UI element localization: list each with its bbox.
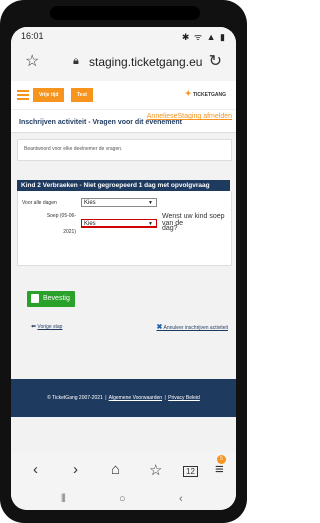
reload-icon[interactable]: ↻ xyxy=(209,51,222,71)
status-time: 16:01 xyxy=(21,31,44,41)
browser-nav-bar: ‹ › ⌂ ☆ 12 ≡ 5 xyxy=(11,452,236,492)
soup-select-value: Kies xyxy=(84,221,96,227)
system-back-icon[interactable]: ‹ xyxy=(179,493,183,505)
terms-link[interactable]: Algemene Voorwaarden xyxy=(109,395,162,401)
cancel-registration-link[interactable]: ✖ Annuleer inschrijven activiteit xyxy=(157,323,228,331)
page-title: Inschrijven activiteit - Vragen voor dit… xyxy=(19,119,182,126)
child-header: Kind 2 Verbraeken - Niet gegroepeerd 1 d… xyxy=(17,180,230,191)
footer-separator: | xyxy=(164,395,166,401)
soup-date-label-line1: Soep (05-06- xyxy=(46,213,76,219)
browser-url-bar: ☆ 🔒︎ staging.ticketgang.eu ↻ xyxy=(11,45,236,81)
bookmark-icon[interactable]: ☆ xyxy=(149,461,162,479)
system-nav-bar: ⦀ ○ ‹ xyxy=(11,492,236,510)
soup-date-label-line2: 2021) xyxy=(63,229,76,235)
screen: 16:01 ✱ ᯤ ▲ ▮ ☆ 🔒︎ staging.ticketgang.eu… xyxy=(11,27,236,510)
all-days-label: Voor alle dagen xyxy=(22,200,57,206)
site-header: Vrije tijd Test ✦ TICKETGANG xyxy=(11,81,236,110)
back-icon[interactable]: ‹ xyxy=(33,461,38,478)
cancel-registration-label: Annuleer inschrijven activiteit xyxy=(163,325,228,331)
phone-frame: 16:01 ✱ ᯤ ▲ ▮ ☆ 🔒︎ staging.ticketgang.eu… xyxy=(0,0,247,523)
forward-icon[interactable]: › xyxy=(73,461,78,478)
logo-mark-icon: ✦ xyxy=(184,89,192,98)
footer-separator: | xyxy=(105,395,107,401)
all-days-select[interactable]: Kies ▼ xyxy=(81,198,157,207)
soup-question-line2: dag? xyxy=(162,225,178,232)
home-circle-icon[interactable]: ○ xyxy=(119,493,126,505)
lock-icon: 🔒︎ xyxy=(73,55,79,67)
child-questions-panel: Voor alle dagen Kies ▼ Soep (05-06- 2021… xyxy=(17,191,232,266)
confirm-button[interactable]: Bevestig xyxy=(27,291,75,307)
chevron-down-icon: ▼ xyxy=(148,200,153,206)
save-icon xyxy=(31,294,39,303)
all-days-select-value: Kies xyxy=(84,200,96,206)
privacy-link[interactable]: Privacy Beleid xyxy=(168,395,200,401)
previous-step-label: Vorige stap xyxy=(37,324,63,330)
previous-step-link[interactable]: ⬅ Vorige stap xyxy=(31,323,62,330)
page-title-bar: Inschrijven activiteit - Vragen voor dit… xyxy=(11,110,236,133)
logo-text: TICKETGANG xyxy=(192,92,226,98)
status-icons: ✱ ᯤ ▲ ▮ xyxy=(181,32,226,42)
url-text[interactable]: staging.ticketgang.eu xyxy=(89,55,202,69)
phone-notch xyxy=(50,6,200,20)
breadcrumb-vrije-tijd[interactable]: Vrije tijd xyxy=(33,88,65,102)
breadcrumb-test[interactable]: Test xyxy=(71,88,93,102)
back-arrow-icon: ⬅ xyxy=(31,324,37,330)
footer-copyright: © TicketGang 2007-2021 xyxy=(47,395,103,401)
close-icon: ✖ xyxy=(156,324,163,331)
status-bar: 16:01 ✱ ᯤ ▲ ▮ xyxy=(11,27,236,45)
chevron-down-icon: ▼ xyxy=(148,221,153,227)
confirm-button-label: Bevestig xyxy=(43,295,70,302)
home-icon[interactable]: ☆ xyxy=(25,51,39,71)
recent-apps-icon[interactable]: ⦀ xyxy=(61,493,66,506)
info-text: Beantwoord voor elke deelnemer de vragen… xyxy=(24,146,123,152)
hamburger-menu-icon[interactable] xyxy=(17,90,29,100)
logout-link[interactable]: AnnelieseStaging afmelden xyxy=(147,113,232,120)
ticketgang-logo[interactable]: ✦ TICKETGANG xyxy=(185,89,226,98)
notification-badge: 5 xyxy=(217,455,226,464)
soup-select[interactable]: Kies ▼ xyxy=(81,219,157,228)
tabs-icon[interactable]: 12 xyxy=(183,466,198,477)
site-footer: © TicketGang 2007-2021 | Algemene Voorwa… xyxy=(11,379,236,417)
info-box: Beantwoord voor elke deelnemer de vragen… xyxy=(17,139,232,161)
home-button-icon[interactable]: ⌂ xyxy=(111,461,120,478)
